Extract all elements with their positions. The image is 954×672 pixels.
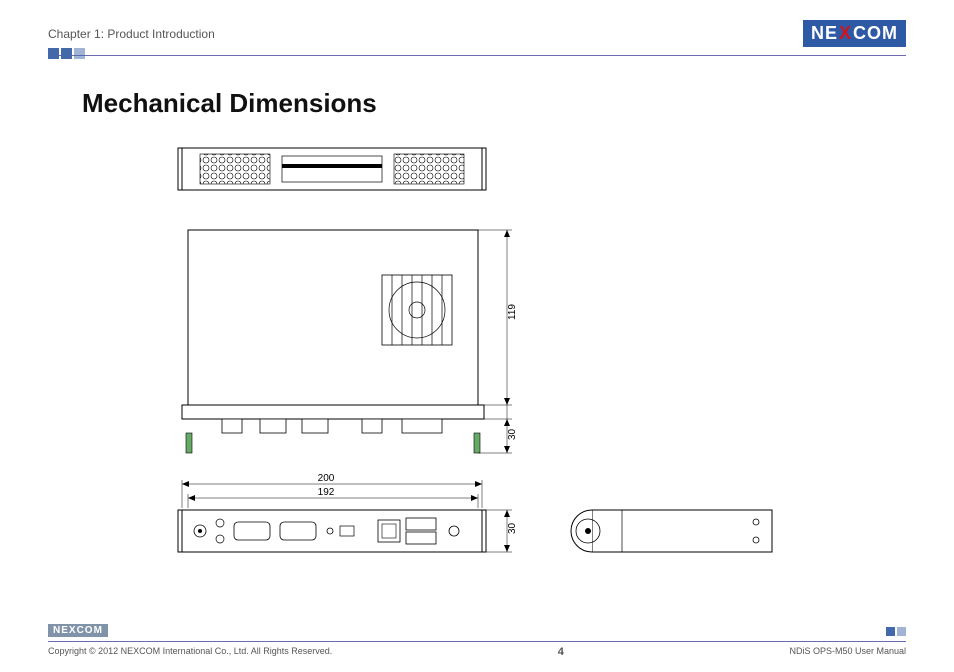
dim-height-front: 30 xyxy=(507,522,518,534)
side-view-drawing xyxy=(571,510,772,552)
dim-width-outer: 200 xyxy=(318,473,335,484)
page-number: 4 xyxy=(558,646,564,658)
top-down-drawing: 119 30 xyxy=(182,230,518,453)
page-header: Chapter 1: Product Introduction NEXCOM xyxy=(0,0,954,47)
copyright-text: Copyright © 2012 NEXCOM International Co… xyxy=(48,646,332,658)
mechanical-diagram: 119 30 xyxy=(82,140,882,590)
top-view-drawing xyxy=(178,148,486,190)
accent-squares-icon xyxy=(48,48,85,59)
footer-logo: NEXCOM xyxy=(48,624,108,637)
page-footer: NEXCOM Copyright © 2012 NEXCOM Internati… xyxy=(48,620,906,658)
manual-name: NDiS OPS-M50 User Manual xyxy=(789,646,906,658)
page-title: Mechanical Dimensions xyxy=(82,88,954,119)
footer-accent-icon xyxy=(886,627,906,636)
chapter-title: Chapter 1: Product Introduction xyxy=(48,27,215,41)
footer-rule xyxy=(48,641,906,642)
front-ports-drawing: 200 192 30 xyxy=(178,473,518,552)
dim-height-body: 119 xyxy=(507,304,518,320)
dim-width-inner: 192 xyxy=(318,487,335,498)
header-rule xyxy=(48,55,906,56)
dim-height-port: 30 xyxy=(507,428,518,440)
nexcom-logo: NEXCOM xyxy=(803,20,906,47)
